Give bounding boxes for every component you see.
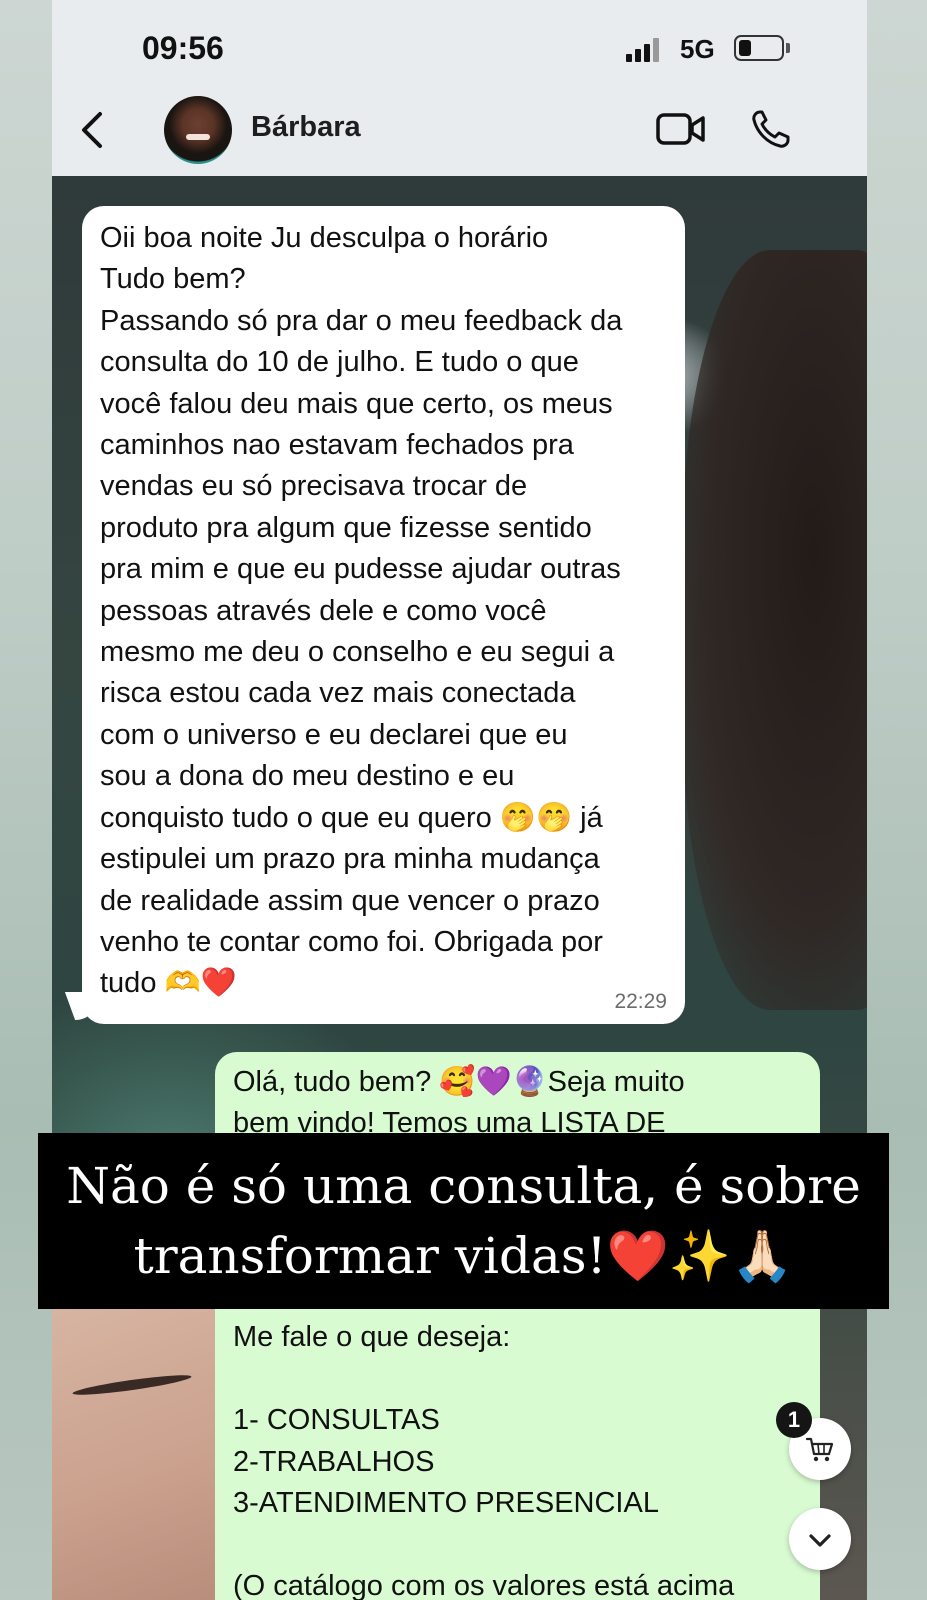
battery-icon — [734, 35, 784, 61]
chevron-down-icon — [809, 1534, 831, 1547]
scroll-down-button[interactable] — [789, 1508, 851, 1570]
cart-icon — [805, 1437, 834, 1462]
contact-name[interactable]: Bárbara — [251, 111, 361, 144]
caption-text: Não é só uma consulta, é sobre transform… — [66, 1157, 861, 1285]
back-chevron-icon[interactable] — [74, 110, 114, 150]
outgoing-message-text-top: Olá, tudo bem? 🥰💜🔮Seja muito bem vindo! … — [233, 1066, 685, 1139]
wallpaper-photo-detail — [682, 250, 867, 1010]
phone-call-icon[interactable] — [750, 108, 792, 150]
status-bar: 09:56 5G — [52, 0, 867, 96]
wallpaper-photo-detail — [52, 1290, 222, 1600]
chat-screen: 09:56 5G Bárbara Oii boa noite Ju descul… — [52, 0, 867, 1600]
chat-header: Bárbara — [52, 96, 867, 176]
network-label: 5G — [680, 34, 715, 64]
incoming-message-text: Oii boa noite Ju desculpa o horário Tudo… — [100, 222, 623, 1000]
signal-icon — [626, 38, 662, 62]
outgoing-message-text-bottom: Me fale o que deseja: 1- CONSULTAS 2-TRA… — [233, 1321, 735, 1600]
status-time: 09:56 — [142, 30, 224, 66]
battery-tip — [786, 43, 790, 53]
video-call-icon[interactable] — [655, 110, 707, 148]
incoming-message-bubble[interactable]: Oii boa noite Ju desculpa o horário Tudo… — [82, 206, 685, 1024]
contact-avatar[interactable] — [164, 96, 232, 164]
cart-badge: 1 — [776, 1402, 812, 1438]
story-caption: Não é só uma consulta, é sobre transform… — [38, 1133, 889, 1309]
message-timestamp: 22:29 — [614, 990, 667, 1013]
